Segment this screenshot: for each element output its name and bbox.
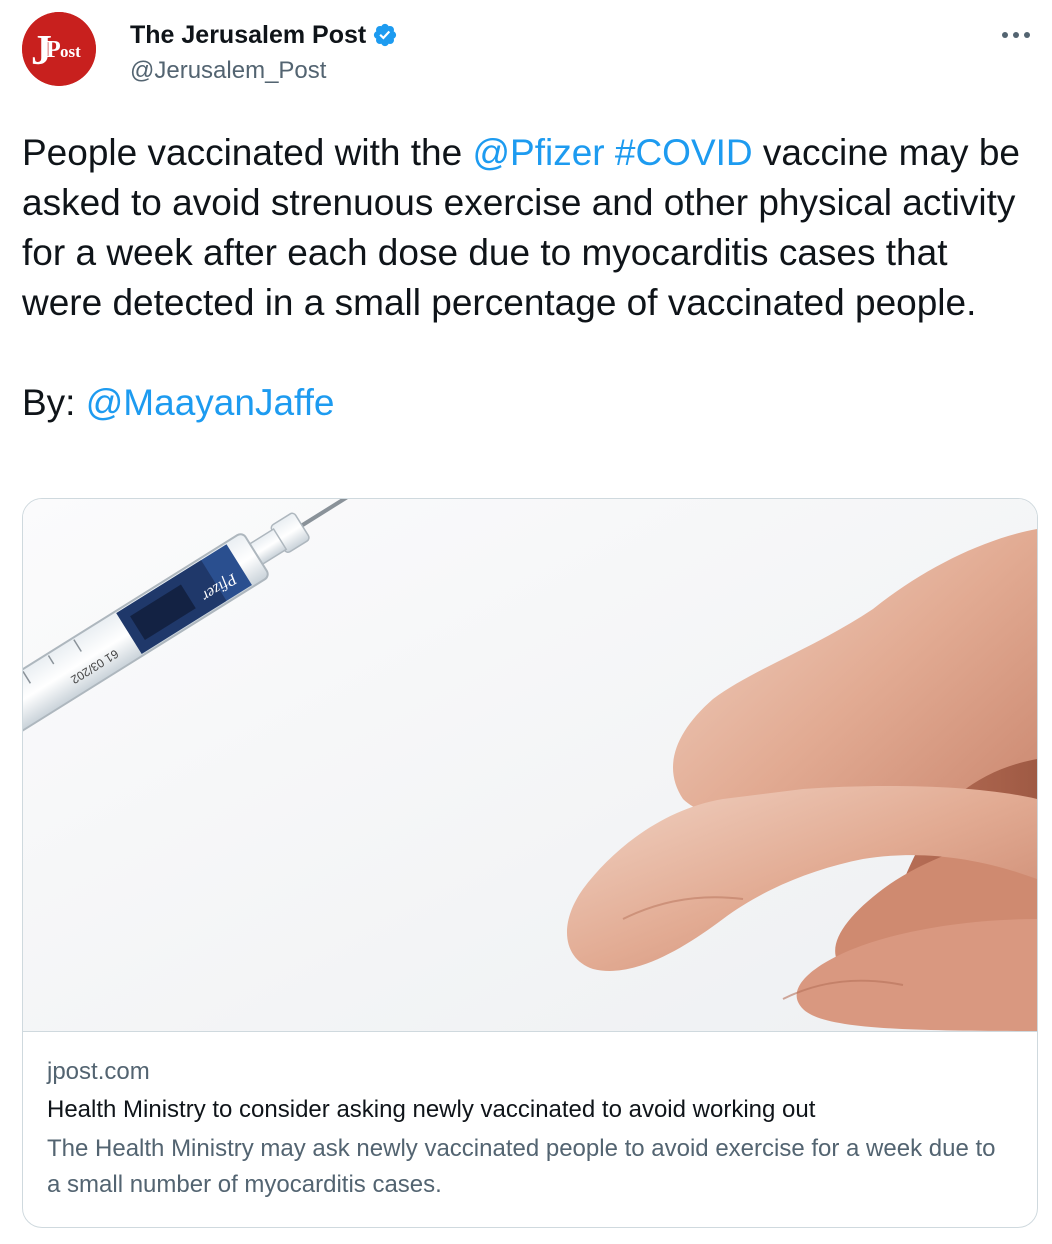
tweet-text: People vaccinated with the @Pfizer #COVI… bbox=[22, 128, 1022, 428]
byline-prefix: By: bbox=[22, 382, 86, 423]
avatar[interactable]: J P ost bbox=[22, 12, 96, 86]
author-name-row[interactable]: The Jerusalem Post bbox=[130, 18, 398, 52]
hashtag-covid-link[interactable]: #COVID bbox=[615, 132, 753, 173]
tweet-paragraph: People vaccinated with the @Pfizer #COVI… bbox=[22, 128, 1022, 328]
byline: By: @MaayanJaffe bbox=[22, 378, 1022, 428]
tweet-text-space bbox=[605, 132, 615, 173]
card-image[interactable]: Pfizer 61 03/202 bbox=[23, 499, 1037, 1032]
svg-text:ost: ost bbox=[60, 42, 81, 61]
card-domain: jpost.com bbox=[47, 1058, 150, 1085]
mention-pfizer-link[interactable]: @Pfizer bbox=[472, 132, 604, 173]
card-title[interactable]: Health Ministry to consider asking newly… bbox=[47, 1093, 1007, 1127]
verified-badge-icon bbox=[374, 23, 397, 47]
jpost-logo-icon: J P ost bbox=[22, 12, 96, 86]
card-text[interactable]: jpost.com Health Ministry to consider as… bbox=[47, 1055, 1007, 1203]
syringe-hand-image: Pfizer 61 03/202 bbox=[23, 499, 1037, 1031]
tweet-text-part: People vaccinated with the bbox=[22, 132, 473, 173]
mention-maayanjaffe-link[interactable]: @MaayanJaffe bbox=[86, 382, 335, 423]
tweet[interactable]: J P ost The Jerusalem Post @Jerusalem_Po… bbox=[0, 0, 1052, 1244]
more-options-icon[interactable] bbox=[996, 20, 1036, 50]
author-handle[interactable]: @Jerusalem_Post bbox=[130, 56, 326, 86]
svg-text:P: P bbox=[46, 37, 61, 63]
link-preview-card[interactable]: Pfizer 61 03/202 jpost.com Health Minist… bbox=[22, 498, 1038, 1228]
card-description: The Health Ministry may ask newly vaccin… bbox=[47, 1135, 996, 1198]
author-name[interactable]: The Jerusalem Post bbox=[130, 18, 366, 52]
